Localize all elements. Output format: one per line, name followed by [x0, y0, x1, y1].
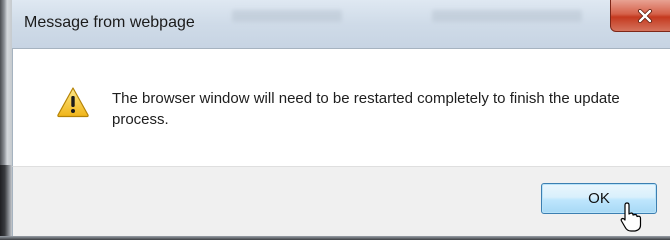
close-button[interactable]: [610, 0, 670, 32]
title-bar-ghost: [432, 10, 582, 22]
mouse-cursor-icon: [620, 202, 642, 232]
title-bar[interactable]: Message from webpage: [12, 0, 670, 48]
message-dialog: Message from webpage The browser window …: [0, 0, 670, 240]
dialog-title: Message from webpage: [24, 14, 195, 31]
dialog-message: The browser window will need to be resta…: [112, 90, 620, 128]
window-frame-bottom: [0, 236, 670, 240]
window-frame-left-shadow: [0, 165, 12, 240]
warning-icon: [57, 87, 89, 118]
close-icon: [638, 8, 652, 23]
title-bar-ghost: [232, 10, 342, 22]
